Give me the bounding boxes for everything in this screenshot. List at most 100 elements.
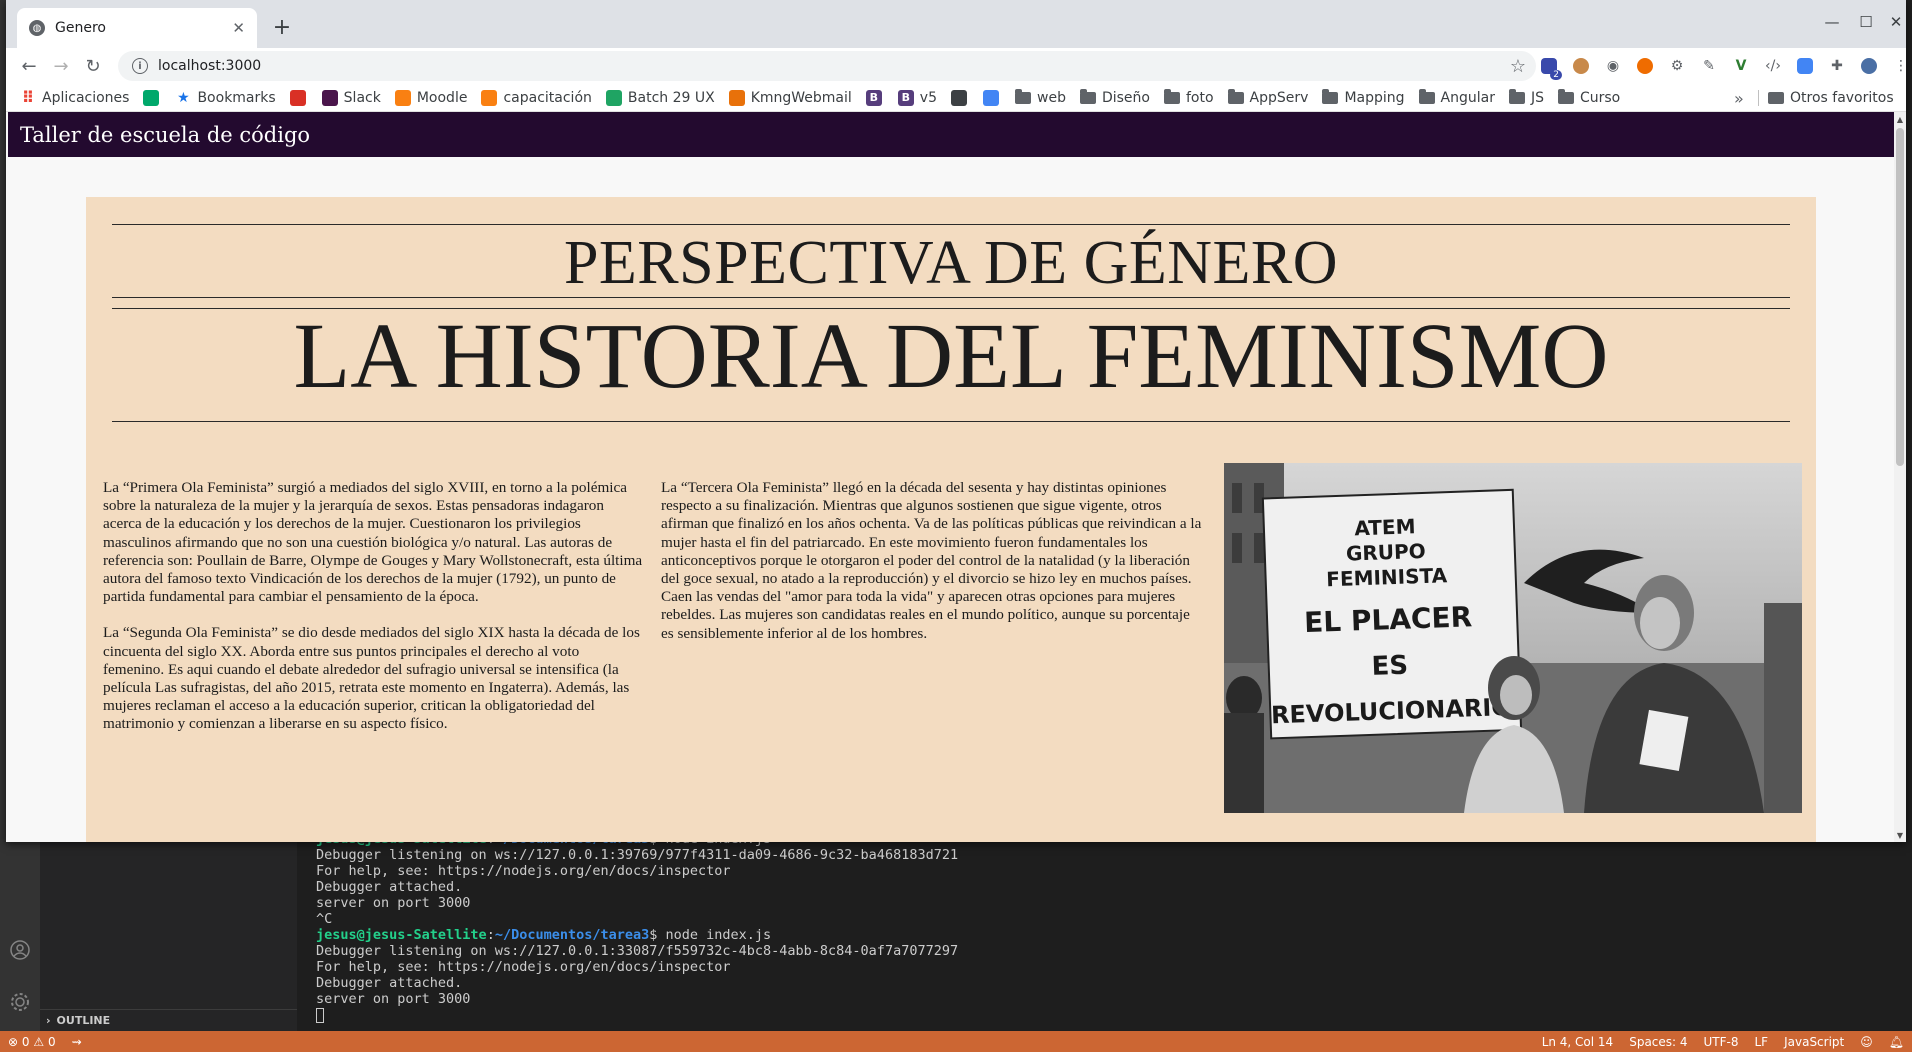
error-icon: ⊗ <box>8 1034 19 1049</box>
bookmark-item[interactable]: KmngWebmail <box>728 89 852 106</box>
site-brand[interactable]: Taller de escuela de código <box>20 123 310 147</box>
end-of-line[interactable]: LF <box>1747 1035 1777 1049</box>
extension-badge-icon[interactable]: 2 <box>1536 54 1562 80</box>
puzzle-icon[interactable]: ✚ <box>1824 54 1850 78</box>
address-bar[interactable]: i localhost:3000 ☆ <box>118 51 1536 81</box>
paragraph-segunda-ola: La “Segunda Ola Feminista” se dio desde … <box>103 624 640 733</box>
bookmark-item[interactable]: AppServ <box>1227 88 1308 106</box>
indentation[interactable]: Spaces: 4 <box>1621 1035 1695 1049</box>
bookmark-label: Moodle <box>416 89 468 106</box>
bookmark-item[interactable]: web <box>1015 88 1066 106</box>
bookmark-item[interactable]: Bv5 <box>897 89 937 106</box>
new-tab-button[interactable]: + <box>268 13 296 41</box>
close-tab-icon[interactable]: ✕ <box>232 19 245 37</box>
sign-line-5: ES <box>1371 651 1409 682</box>
cookie-icon[interactable] <box>1568 54 1594 78</box>
bookmark-item[interactable]: Mapping <box>1322 88 1405 106</box>
column-middle: La “Tercera Ola Feminista” llegó en la d… <box>661 479 1206 661</box>
back-icon[interactable]: ← <box>15 52 43 80</box>
profile-avatar[interactable] <box>1856 54 1882 78</box>
cursor-position[interactable]: Ln 4, Col 14 <box>1534 1035 1622 1049</box>
maximize-icon[interactable]: ☐ <box>1852 10 1880 34</box>
site-navbar: Taller de escuela de código <box>8 112 1894 157</box>
reload-icon[interactable]: ↻ <box>79 52 107 80</box>
terminal-panel[interactable]: jesus@jesus-Satellite:~/Documentos/tarea… <box>297 831 1912 1026</box>
settings-gear-icon[interactable]: ⚙ <box>1664 54 1690 78</box>
firefox-relay-icon[interactable] <box>1632 54 1658 78</box>
bookmark-item[interactable]: ★ Bookmarks <box>175 89 276 106</box>
protest-photo: ATEM GRUPO FEMINISTA EL PLACER ES REVOLU… <box>1224 463 1802 813</box>
moodle-icon <box>481 89 498 106</box>
scroll-up-icon[interactable]: ▲ <box>1894 112 1906 126</box>
warning-count: 0 <box>47 1034 56 1049</box>
page-scrollbar[interactable]: ▲ ▼ <box>1894 112 1906 842</box>
globe-icon: ◍ <box>29 20 45 36</box>
folder-icon <box>1418 88 1435 104</box>
chevron-right-icon: › <box>46 1014 51 1027</box>
drive-icon <box>605 89 622 106</box>
bookmark-item[interactable]: Batch 29 UX <box>605 89 715 106</box>
gear-icon[interactable] <box>4 986 36 1018</box>
folder-icon <box>1079 88 1096 104</box>
slack-icon <box>321 89 338 106</box>
translate-icon[interactable] <box>1792 54 1818 78</box>
folder-icon <box>1163 88 1180 104</box>
feedback-icon[interactable]: ☺ <box>1852 1035 1881 1049</box>
bell-icon[interactable]: 🔔︎ <box>1881 1035 1912 1049</box>
terminal-line: jesus@jesus-Satellite:~/Documentos/tarea… <box>316 927 772 943</box>
bookmark-item[interactable]: capacitación <box>481 89 592 106</box>
bookmark-item[interactable]: JS <box>1508 88 1544 106</box>
site-info-icon[interactable]: i <box>132 58 148 74</box>
paragraph-tercera-ola: La “Tercera Ola Feminista” llegó en la d… <box>661 479 1202 642</box>
bookmark-item[interactable] <box>143 89 165 106</box>
minimize-icon[interactable]: — <box>1818 10 1846 34</box>
vue-devtools-icon[interactable]: V <box>1728 54 1754 78</box>
sign-line-2: GRUPO <box>1346 539 1427 566</box>
other-bookmarks-folder[interactable]: Otros favoritos <box>1768 84 1894 112</box>
bookmark-star-icon[interactable]: ☆ <box>1510 56 1526 77</box>
code-icon[interactable]: ‹/› <box>1760 54 1786 78</box>
problems-indicator[interactable]: ⊗ 0 ⚠ 0 <box>0 1035 64 1049</box>
bookmark-item[interactable] <box>289 89 312 106</box>
bookmark-item[interactable]: ⠿ Aplicaciones <box>20 88 130 107</box>
translate-icon <box>951 89 967 106</box>
bookmark-item[interactable] <box>951 89 973 106</box>
language-mode[interactable]: JavaScript <box>1776 1035 1852 1049</box>
live-share-icon[interactable]: ⇝ <box>64 1035 90 1049</box>
forward-icon[interactable]: → <box>47 52 75 80</box>
scrollbar-thumb[interactable] <box>1896 128 1904 466</box>
eyedropper-icon[interactable]: ✎ <box>1696 54 1722 78</box>
bookmark-label: web <box>1037 89 1066 106</box>
bookmark-label: Curso <box>1579 89 1621 106</box>
browser-tab[interactable]: ◍ Genero ✕ <box>17 8 257 48</box>
terminal-line: Debugger listening on ws://127.0.0.1:330… <box>316 943 959 959</box>
more-bookmarks-button[interactable]: » <box>1734 84 1744 112</box>
gmail-icon <box>289 89 306 106</box>
error-count: 0 <box>21 1034 30 1049</box>
bookmark-item[interactable] <box>983 89 1005 106</box>
bookmark-item[interactable]: Angular <box>1418 88 1495 106</box>
outline-section[interactable]: › OUTLINE <box>40 1009 297 1031</box>
article-card: PERSPECTIVA DE GÉNERO LA HISTORIA DEL FE… <box>86 197 1816 842</box>
bookmark-item[interactable]: Curso <box>1557 88 1621 106</box>
star-icon: ★ <box>177 89 190 106</box>
outline-label: OUTLINE <box>56 1014 111 1027</box>
bookmark-item[interactable]: Diseño <box>1079 88 1150 106</box>
page-viewport[interactable]: Taller de escuela de código PERSPECTIVA … <box>6 112 1906 842</box>
extension-badge-count: 2 <box>1550 70 1562 80</box>
bookmark-item[interactable]: foto <box>1163 88 1214 106</box>
account-icon[interactable] <box>4 934 36 966</box>
kicker-heading: PERSPECTIVA DE GÉNERO <box>563 229 1339 297</box>
terminal-cursor <box>316 1007 324 1023</box>
menu-icon[interactable]: ⋮ <box>1888 54 1906 78</box>
bookmarks-separator <box>1758 90 1759 106</box>
bookmark-item[interactable]: Moodle <box>394 89 468 106</box>
encoding[interactable]: UTF-8 <box>1696 1035 1747 1049</box>
close-window-icon[interactable]: ✕ <box>1882 10 1906 34</box>
terminal-line: Debugger attached. <box>316 975 463 991</box>
bookmark-item[interactable]: B <box>865 89 888 106</box>
eye-icon[interactable]: ◉ <box>1600 54 1626 78</box>
bookmark-item[interactable]: Slack <box>321 89 381 106</box>
scroll-down-icon[interactable]: ▼ <box>1894 828 1906 842</box>
headline-rule <box>112 421 1790 422</box>
